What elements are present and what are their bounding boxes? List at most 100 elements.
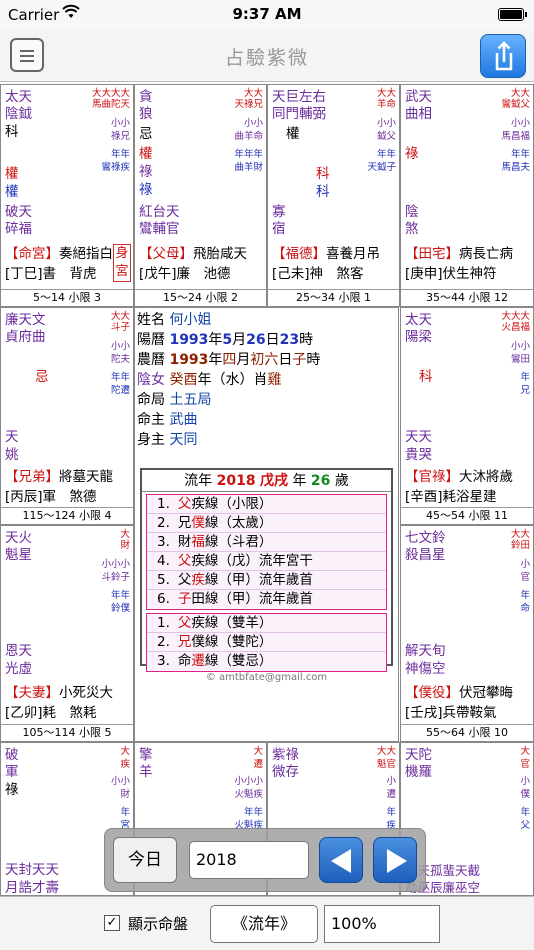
palace-side-stars: 年 bbox=[520, 372, 530, 383]
palace-label-line: 【父母】飛胎咸天 bbox=[139, 247, 247, 262]
palace-branch: [丁巳] bbox=[5, 266, 43, 282]
palace-main-star: 軍 bbox=[5, 764, 19, 780]
palace-gods2: 神 煞客 bbox=[309, 266, 364, 282]
palace-xiongdi[interactable]: 廉天文 貞府曲 忌 天 姚 大大 斗子 小小 陀夫 年年 陀遷 【兄弟】將墓天龍… bbox=[0, 307, 134, 525]
person-name: 何小姐 bbox=[169, 312, 212, 328]
palace-minor-star: 光虛 bbox=[5, 661, 32, 677]
show-chart-checkbox[interactable]: ✓ bbox=[104, 915, 120, 931]
palace-side-stars: 大大 bbox=[243, 88, 263, 99]
palace-gods2: 廉 池德 bbox=[176, 266, 231, 282]
zodiac: 雞 bbox=[267, 372, 282, 388]
palace-branch-line: [辛酉]耗浴星建 bbox=[405, 490, 497, 505]
palace-main-star: 天火 bbox=[5, 530, 32, 546]
palace-puyi[interactable]: 七文鈴 殺昌星 解天旬 神傷空 大大 鈴田 小 官 年 命 【僕役】伏冠攀晦 [… bbox=[400, 525, 534, 742]
solar-year: 1993 bbox=[169, 332, 209, 348]
palace-side-stars: 鈴僕 bbox=[110, 603, 130, 614]
palace-side-stars: 馬昌夫 bbox=[501, 162, 530, 173]
palace-side-stars: 小小 bbox=[376, 118, 396, 129]
palace-label-line: 【官祿】大沐將歲 bbox=[405, 470, 513, 485]
palace-fude[interactable]: 天巨左右 同門輔弼 權 科 科 寡 宿 大大 羊命 小小 鉞父 年年 天鉞子 【… bbox=[267, 84, 400, 307]
palace-guanlu[interactable]: 太天 陽梁 科 天天 貴哭 大大大 火昌福 小小 鸞田 年 兄 【官祿】大沐將歲… bbox=[400, 307, 534, 525]
palace-range: 105～114 小限 5 bbox=[1, 724, 133, 741]
palace-main-star: 紫祿 bbox=[272, 747, 299, 763]
palace-main-star: 陽梁 bbox=[405, 329, 432, 345]
palace-side-stars: 祿兄 bbox=[110, 131, 130, 142]
palace-side-stars: 小小小 bbox=[234, 776, 263, 787]
shenzhu-value: 天同 bbox=[169, 432, 198, 448]
palace-side-stars: 天祿兄 bbox=[234, 99, 263, 110]
ju-label: 命局 bbox=[137, 392, 165, 408]
palace-gods: 伏冠攀晦 bbox=[459, 685, 513, 701]
previous-year-arrow-icon[interactable] bbox=[319, 837, 363, 883]
flow-line-row[interactable]: 5. 父疾線（甲）流年歲首 bbox=[147, 571, 386, 590]
palace-main-star: 擎 bbox=[139, 747, 153, 763]
shenzhu-label: 身主 bbox=[137, 432, 165, 448]
flow-prefix: 流年 bbox=[184, 473, 213, 489]
next-year-arrow-icon[interactable] bbox=[373, 837, 417, 883]
flow-line-row[interactable]: 2. 兄僕線（雙陀） bbox=[147, 633, 386, 652]
flow-line-row[interactable]: 6. 子田線（甲）流年歲首 bbox=[147, 590, 386, 609]
palace-name: 【僕役】 bbox=[405, 685, 459, 701]
palace-minor-star: 天天 bbox=[405, 429, 432, 445]
palace-label-line: 【田宅】病長亡病 bbox=[405, 247, 513, 262]
palace-branch-line: [戊午]廉 池德 bbox=[139, 267, 231, 282]
palace-side-stars: 年年 bbox=[110, 590, 130, 601]
today-button[interactable]: 今日 bbox=[113, 837, 177, 883]
flow-line-post: 僕線（雙陀） bbox=[191, 634, 273, 650]
palace-main-star: 破 bbox=[5, 747, 19, 763]
flow-line-num: 3. bbox=[157, 653, 170, 669]
palace-side-stars: 小小 bbox=[110, 776, 130, 787]
palace-branch-line: [壬戌]兵帶鞍氣 bbox=[405, 706, 497, 721]
palace-side-stars: 曲羊命 bbox=[234, 131, 263, 142]
ju-row: 命局 土五局 bbox=[137, 392, 211, 408]
palace-main-star: 天陀 bbox=[405, 747, 432, 763]
flow-line-hl: 僕 bbox=[191, 515, 205, 531]
palace-minor-star: 月誥才壽 bbox=[5, 880, 59, 896]
flow-line-row[interactable]: 2. 兄僕線（太歲） bbox=[147, 514, 386, 533]
palace-fuqi[interactable]: 天火 魁星 恩天 光虛 大 財 小小小 斗鈴子 年年 鈴僕 【夫妻】小死災大 [… bbox=[0, 525, 134, 742]
flow-line-num: 2. bbox=[157, 515, 170, 531]
palace-side-stars: 年年 bbox=[110, 372, 130, 383]
name-row: 姓名 何小姐 bbox=[137, 312, 211, 328]
palace-sihua-extra: 科 bbox=[316, 166, 330, 182]
palace-side-stars: 年 bbox=[520, 590, 530, 601]
flow-line-row[interactable]: 1. 父疾線（雙羊） bbox=[147, 614, 386, 633]
palace-minor-star: 鸞輔官 bbox=[139, 221, 180, 237]
palace-side-stars: 羊命 bbox=[376, 99, 396, 110]
palace-side-stars: 大 bbox=[253, 746, 263, 757]
palace-ming[interactable]: 太天 陰鉞 科 權 權 破天 碎福 大大大大 馬曲陀天 小小 祿兄 年年 鸞祿疾… bbox=[0, 84, 134, 307]
palace-fumu[interactable]: 貪 狼 忌 權 祿 祿 紅台天 鸞輔官 大大 天祿兄 小小 曲羊命 年年年 曲羊… bbox=[134, 84, 267, 307]
flow-line-row[interactable]: 3. 命遷線（雙忌） bbox=[147, 652, 386, 671]
palace-label-line: 【命宮】奏絕指白 bbox=[5, 247, 113, 262]
shenzhu-row: 身主 天同 bbox=[137, 432, 197, 448]
palace-tianzhai[interactable]: 武天 曲相 祿 陰 煞 大大 鸞鉞父 小小 馬昌福 年年 馬昌夫 【田宅】病長亡… bbox=[400, 84, 534, 307]
flow-line-hl: 兄 bbox=[177, 634, 192, 650]
solar-date-row: 陽曆 1993年5月26日23時 bbox=[137, 332, 313, 348]
battery-icon bbox=[498, 8, 527, 21]
palace-range: 45～54 小限 11 bbox=[401, 507, 533, 524]
flow-line-row[interactable]: 1. 父疾線（小限） bbox=[147, 495, 386, 514]
lunar-hour: 子 bbox=[292, 352, 307, 368]
flow-line-row[interactable]: 4. 父疾線（戊）流年宮干 bbox=[147, 552, 386, 571]
palace-branch: [乙卯] bbox=[5, 705, 43, 721]
palace-branch: [壬戌] bbox=[405, 705, 443, 721]
palace-sihua: 權 bbox=[286, 126, 300, 142]
palace-minor-star: 碎福 bbox=[5, 221, 32, 237]
palace-side-stars: 年年 bbox=[110, 149, 130, 160]
palace-side-stars: 大 bbox=[120, 746, 130, 757]
palace-main-star: 機羅 bbox=[405, 764, 432, 780]
palace-range: 25～34 小限 1 bbox=[268, 289, 399, 306]
palace-gods: 小死災大 bbox=[59, 685, 113, 701]
share-icon[interactable] bbox=[480, 34, 526, 78]
lunar-label: 農曆 bbox=[137, 352, 165, 368]
zoom-input[interactable]: 100% bbox=[324, 905, 440, 943]
flow-line-row[interactable]: 3. 財福線（斗君） bbox=[147, 533, 386, 552]
year-input[interactable]: 2018 bbox=[189, 841, 309, 879]
lunar-date-row: 農曆 1993年四月初六日子時 bbox=[137, 352, 320, 368]
palace-gods2: 耗浴星建 bbox=[442, 489, 497, 505]
flow-year-button[interactable]: 《流年》 bbox=[210, 905, 318, 943]
clock-label: 9:37 AM bbox=[232, 5, 302, 23]
palace-sihua-extra: 祿 bbox=[139, 182, 153, 198]
palace-minor-star: 權 bbox=[5, 184, 19, 200]
flow-line-hl: 疾 bbox=[191, 572, 205, 588]
